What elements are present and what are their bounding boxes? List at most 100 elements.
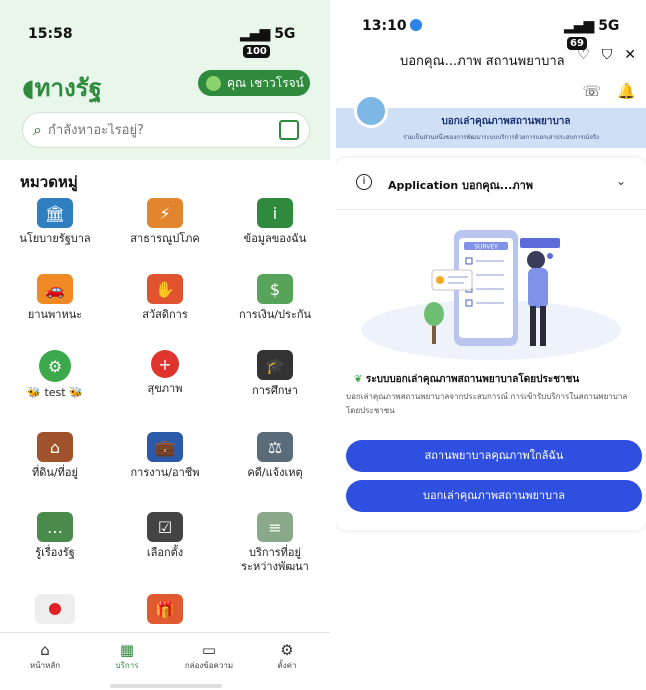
category-finance[interactable]: $ การเงิน/ประกัน [220,274,330,322]
description-title: ❦ ระบบบอกเล่าคุณภาพสถานพยาบาลโดยประชาชน [354,374,580,385]
category-education[interactable]: 🎓 การศึกษา [220,350,330,398]
survey-illustration: SURVEY [336,210,646,364]
search-icon: ⌕ [33,120,42,139]
car-icon: 🚗 [37,274,73,304]
contact-actions: ☏ 🔔 [583,82,636,100]
search-input[interactable] [41,122,279,138]
grid-icon: ▦ [119,641,135,659]
nearby-hospital-button[interactable]: สถานพยาบาลคุณภาพใกล้ฉัน [346,440,642,472]
section-title: หมวดหมู่ [20,173,78,191]
finance-icon: $ [257,274,293,304]
tab-label: กล่องข้อความ [184,661,234,670]
tab-home[interactable]: ⌂ หน้าหลัก [4,641,86,672]
inbox-icon: ▭ [201,641,217,659]
category-vehicle[interactable]: 🚗 ยานพาหนะ [0,274,110,322]
japan-flag-icon [35,594,75,624]
signal-icon: ▂▄▆ [240,26,270,42]
bottom-tab-bar: ⌂ หน้าหลัก ▦ บริการ ▭ กล่องข้อความ ⚙ ตั้… [0,632,330,690]
user-name: คุณ เชาวโรจน์ [227,75,304,90]
utilities-icon: ⚡ [147,198,183,228]
category-government-policy[interactable]: 🏛 นโยบายรัฐบาล [0,198,110,246]
signal-icon: ▂▄▆ [564,18,594,34]
category-label: ข้อมูลของฉัน [243,232,307,245]
category-my-info[interactable]: i ข้อมูลของฉัน [220,198,330,246]
status-right: ▂▄▆ 5G 69 [564,18,646,50]
category-welfare[interactable]: ✋ สวัสดิการ [110,274,220,322]
category-health[interactable]: + สุขภาพ [110,350,220,396]
category-label: ที่ดิน/ที่อยู่ [32,466,78,479]
info-icon: i [356,174,372,190]
gear-icon: ⚙ [39,350,71,382]
user-profile-button[interactable]: คุณ เชาวโรจน์ [198,70,310,96]
category-label: การศึกษา [252,384,298,397]
category-label: การเงิน/ประกัน [238,308,312,321]
leaf-icon: ❦ [354,374,366,385]
category-label: สาธารณูปโภค [130,232,200,245]
category-label: คดี/แจ้งเหตุ [247,466,303,479]
status-right: ▂▄▆ 5G 100 [240,26,330,58]
category-in-development[interactable]: ≡ บริการที่อยู่ระหว่างพัฒนา [220,512,330,574]
category-election[interactable]: ☑ เลือกตั้ง [110,512,220,560]
tab-services[interactable]: ▦ บริการ [86,641,168,672]
phone-icon[interactable]: ☏ [583,82,602,100]
close-icon[interactable]: ✕ [624,47,636,63]
status-time: 13:10 [362,18,422,34]
description-body: บอกเล่าคุณภาพสถานพยาบาลจากประสบการณ์ การ… [346,392,628,415]
app-card: i Application บอกคุณ...ภาพ ⌄ SURVEY ❦ ระ… [336,158,646,530]
banner-title: บอกเล่าคุณภาพสถานพยาบาล [441,116,571,127]
category-label: ยานพาหนะ [27,308,83,321]
hospital-logo-icon [354,94,388,128]
page-title: บอกคุณ...ภาพ สถานพยาบาล [400,54,565,69]
category-legal[interactable]: ⚖ คดี/แจ้งเหตุ [220,432,330,480]
category-label: นโยบายรัฐบาล [19,232,91,245]
tab-inbox[interactable]: ▭ กล่องข้อความ [168,641,250,672]
banner-subtitle: ร่วมเป็นส่วนหนึ่งของการพัฒนาระบบบริการด้… [403,134,599,141]
logo-mark-icon: ◖ [22,74,35,102]
chevron-down-icon[interactable]: ⌄ [616,174,626,188]
hand-icon: ✋ [147,274,183,304]
category-jobs[interactable]: 💼 การงาน/อาชีพ [110,432,220,480]
qr-scan-icon[interactable] [279,120,299,140]
hospital-quality-screen: 13:10 ▂▄▆ 5G 69 บอกคุณ...ภาพ สถานพยาบาล … [336,0,646,690]
battery-icon: 100 [243,45,270,58]
category-label: 🐝 test 🐝 [27,386,83,399]
scales-icon: ⚖ [257,432,293,462]
bee-icon: 🐝 [65,386,83,399]
message-icon: … [37,512,73,542]
briefcase-icon: 💼 [147,432,183,462]
category-label: บริการที่อยู่ระหว่างพัฒนา [241,546,309,573]
tab-label: บริการ [115,661,139,670]
category-japan[interactable] [0,594,110,628]
report-quality-button[interactable]: บอกเล่าคุณภาพสถานพยาบาล [346,480,642,512]
bee-icon: 🐝 [27,386,45,399]
category-land[interactable]: ⌂ ที่ดิน/ที่อยู่ [0,432,110,480]
government-building-icon: 🏛 [37,198,73,228]
category-label: การงาน/อาชีพ [130,466,200,479]
category-label: รู้เรื่องรัฐ [35,546,75,559]
nav-actions: ♡ ⛉ ✕ [577,47,636,63]
category-gift[interactable]: 🎁 [110,594,220,628]
logo-text: ทางรัฐ [34,74,102,102]
category-test[interactable]: ⚙ 🐝 test 🐝 [0,350,110,400]
home-icon: ⌂ [40,641,50,659]
tangrath-home-screen: 15:58 ▂▄▆ 5G 100 ◖ทางรัฐ คุณ เชาวโรจน์ ⌕… [0,0,330,690]
category-gov-news[interactable]: … รู้เรื่องรัฐ [0,512,110,560]
tab-settings[interactable]: ⚙ ตั้งค่า [246,641,328,672]
heart-icon[interactable]: ♡ [577,47,590,63]
user-avatar-icon [206,75,221,91]
category-utilities[interactable]: ⚡ สาธารณูปโภค [110,198,220,246]
app-card-header[interactable]: i Application บอกคุณ...ภาพ ⌄ [336,158,646,210]
gift-icon: 🎁 [147,594,183,624]
shield-icon[interactable]: ⛉ [602,47,613,63]
category-label: เลือกตั้ง [146,546,184,559]
user-info-icon: i [257,198,293,228]
gear-icon: ⚙ [280,641,294,659]
survey-illustration-icon: SURVEY [361,230,621,360]
status-time: 15:58 [28,26,73,42]
tab-label: หน้าหลัก [29,661,61,670]
bell-icon[interactable]: 🔔 [617,82,636,100]
network-label: 5G [274,26,296,42]
tab-label: ตั้งค่า [277,661,297,670]
search-bar[interactable]: ⌕ [22,112,310,148]
location-icon [409,19,422,31]
